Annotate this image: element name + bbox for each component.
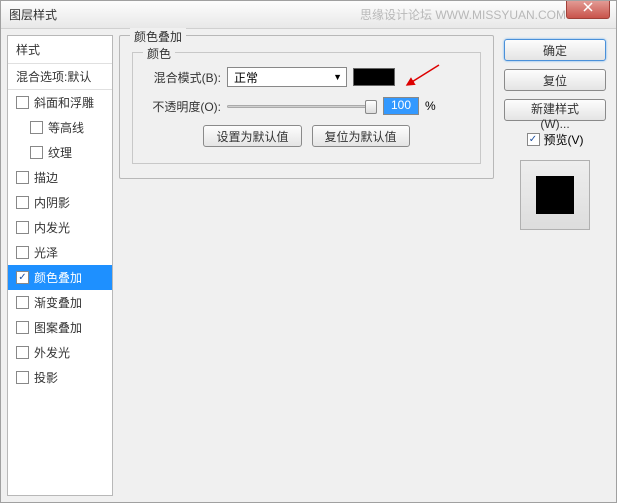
- layer-style-dialog: 图层样式 思缘设计论坛 WWW.MISSYUAN.COM 样式 混合选项:默认 …: [0, 0, 617, 503]
- styles-panel: 样式 混合选项:默认 斜面和浮雕等高线纹理描边内阴影内发光光泽颜色叠加渐变叠加图…: [7, 35, 113, 496]
- watermark-text: 思缘设计论坛 WWW.MISSYUAN.COM: [360, 6, 566, 23]
- style-item-6[interactable]: 光泽: [8, 240, 112, 265]
- set-default-button[interactable]: 设置为默认值: [203, 125, 301, 147]
- opacity-slider[interactable]: [227, 99, 377, 113]
- dialog-title: 图层样式: [9, 6, 57, 23]
- close-icon: [583, 2, 593, 12]
- opacity-label: 不透明度(O):: [145, 98, 221, 115]
- preview-checkbox[interactable]: [527, 133, 540, 146]
- list-item-label: 纹理: [48, 144, 72, 161]
- style-checkbox[interactable]: [16, 171, 29, 184]
- style-checkbox[interactable]: [16, 271, 29, 284]
- color-fieldset: 颜色 混合模式(B): 正常 ▼ 不透明度(O):: [132, 52, 481, 164]
- style-item-9[interactable]: 图案叠加: [8, 315, 112, 340]
- style-checkbox[interactable]: [30, 121, 43, 134]
- style-checkbox[interactable]: [16, 96, 29, 109]
- close-button[interactable]: [566, 1, 610, 19]
- style-item-7[interactable]: 颜色叠加: [8, 265, 112, 290]
- preview-label: 预览(V): [544, 131, 584, 148]
- list-item-label: 等高线: [48, 119, 84, 136]
- list-item-label: 光泽: [34, 244, 58, 261]
- opacity-unit: %: [425, 99, 436, 113]
- list-item-label: 投影: [34, 369, 58, 386]
- style-checkbox[interactable]: [16, 321, 29, 334]
- list-item-label: 颜色叠加: [34, 269, 82, 286]
- blend-mode-dropdown[interactable]: 正常 ▼: [227, 67, 347, 87]
- styles-header: 样式: [8, 36, 112, 64]
- new-style-button[interactable]: 新建样式(W)...: [504, 99, 606, 121]
- slider-track-bar: [227, 105, 377, 108]
- preview-box: [520, 160, 590, 230]
- defaults-button-row: 设置为默认值 复位为默认值: [145, 125, 468, 147]
- blend-mode-row: 混合模式(B): 正常 ▼: [145, 67, 468, 87]
- style-item-3[interactable]: 描边: [8, 165, 112, 190]
- preview-checkbox-row[interactable]: 预览(V): [527, 131, 584, 148]
- style-checkbox[interactable]: [16, 296, 29, 309]
- fieldset-title: 颜色叠加: [130, 28, 186, 45]
- list-item-label: 斜面和浮雕: [34, 94, 94, 111]
- style-item-5[interactable]: 内发光: [8, 215, 112, 240]
- dialog-content: 样式 混合选项:默认 斜面和浮雕等高线纹理描边内阴影内发光光泽颜色叠加渐变叠加图…: [1, 29, 616, 502]
- list-item-label: 内阴影: [34, 194, 70, 211]
- chevron-down-icon: ▼: [333, 72, 342, 82]
- blend-mode-label: 混合模式(B):: [145, 69, 221, 86]
- list-item-label: 外发光: [34, 344, 70, 361]
- style-checkbox[interactable]: [16, 246, 29, 259]
- reset-default-button[interactable]: 复位为默认值: [312, 125, 410, 147]
- style-item-4[interactable]: 内阴影: [8, 190, 112, 215]
- list-item-label: 渐变叠加: [34, 294, 82, 311]
- opacity-row: 不透明度(O): 100 %: [145, 97, 468, 115]
- list-item-label: 内发光: [34, 219, 70, 236]
- style-checkbox[interactable]: [16, 371, 29, 384]
- style-item-8[interactable]: 渐变叠加: [8, 290, 112, 315]
- list-item-label: 图案叠加: [34, 319, 82, 336]
- list-item-label: 混合选项:默认: [16, 68, 91, 85]
- color-swatch[interactable]: [353, 68, 395, 86]
- preview-swatch: [536, 176, 574, 214]
- color-overlay-fieldset: 颜色叠加 颜色 混合模式(B): 正常 ▼ 不透明度(O):: [119, 35, 494, 179]
- blend-options-default[interactable]: 混合选项:默认: [8, 64, 112, 90]
- style-checkbox[interactable]: [30, 146, 43, 159]
- style-item-2[interactable]: 纹理: [8, 140, 112, 165]
- style-list: 混合选项:默认 斜面和浮雕等高线纹理描边内阴影内发光光泽颜色叠加渐变叠加图案叠加…: [8, 64, 112, 495]
- style-checkbox[interactable]: [16, 346, 29, 359]
- ok-button[interactable]: 确定: [504, 39, 606, 61]
- settings-panel: 颜色叠加 颜色 混合模式(B): 正常 ▼ 不透明度(O):: [119, 35, 494, 496]
- style-item-0[interactable]: 斜面和浮雕: [8, 90, 112, 115]
- inner-fieldset-title: 颜色: [143, 45, 175, 62]
- opacity-input[interactable]: 100: [383, 97, 419, 115]
- titlebar: 图层样式 思缘设计论坛 WWW.MISSYUAN.COM: [1, 1, 616, 29]
- list-item-label: 描边: [34, 169, 58, 186]
- style-checkbox[interactable]: [16, 221, 29, 234]
- reset-button[interactable]: 复位: [504, 69, 606, 91]
- style-item-11[interactable]: 投影: [8, 365, 112, 390]
- style-item-1[interactable]: 等高线: [8, 115, 112, 140]
- slider-thumb[interactable]: [365, 100, 377, 114]
- style-checkbox[interactable]: [16, 196, 29, 209]
- action-panel: 确定 复位 新建样式(W)... 预览(V): [500, 35, 610, 496]
- style-item-10[interactable]: 外发光: [8, 340, 112, 365]
- blend-mode-value: 正常: [234, 69, 258, 86]
